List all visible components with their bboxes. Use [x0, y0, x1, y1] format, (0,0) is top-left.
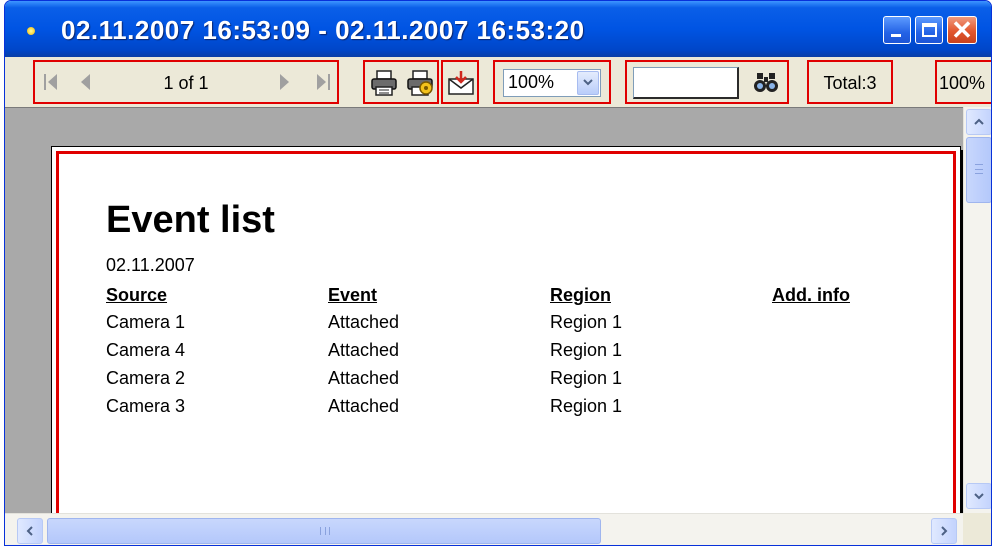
print-icon[interactable] [369, 69, 399, 97]
export-group [441, 60, 479, 104]
zoom-percent: 100% [939, 73, 986, 93]
find-icon[interactable] [753, 71, 779, 93]
window-title: 02.11.2007 16:53:09 - 02.11.2007 16:53:2… [61, 15, 585, 45]
zoom-selected-value: 100% [508, 72, 555, 92]
next-page-icon[interactable] [279, 71, 291, 99]
zoom-group: 100% [493, 60, 611, 104]
cell-region: Region 1 [550, 396, 623, 416]
total-group: Total:3 [807, 60, 893, 104]
cell-source: Camera 1 [106, 312, 186, 332]
cell-source: Camera 3 [106, 396, 186, 416]
page-indicator: 1 of 1 [163, 73, 209, 93]
resize-grip[interactable] [963, 513, 991, 545]
grip-icon [975, 164, 983, 174]
scroll-right-button[interactable] [931, 518, 957, 544]
last-page-icon[interactable] [315, 71, 331, 99]
cell-region: Region 1 [550, 340, 623, 360]
zoom-dropdown[interactable]: 100% [503, 69, 601, 97]
report-page: Event list 02.11.2007 Source Event Regio… [51, 146, 961, 526]
scroll-left-button[interactable] [17, 518, 43, 544]
zoom-percent-group: 100% [935, 60, 991, 104]
print-group [363, 60, 439, 104]
close-button[interactable]: ✕ [947, 15, 977, 45]
page-navigation-group: 1 of 1 [33, 60, 339, 104]
title-bar[interactable]: 02.11.2007 16:53:09 - 02.11.2007 16:53:2… [5, 1, 991, 57]
grip-icon [320, 527, 330, 535]
maximize-button[interactable] [915, 16, 943, 44]
cell-event: Attached [328, 312, 400, 332]
minimize-button[interactable] [883, 16, 911, 44]
app-icon [27, 27, 35, 35]
cell-region: Region 1 [550, 368, 623, 388]
cell-event: Attached [328, 340, 400, 360]
cell-region: Region 1 [550, 312, 623, 332]
search-input[interactable] [633, 67, 739, 99]
report-toolbar: 1 of 1 100% Total:3 100% [5, 57, 991, 107]
cell-event: Attached [328, 396, 400, 416]
cell-source: Camera 4 [106, 340, 186, 360]
chevron-down-icon [974, 493, 984, 500]
report-viewer-window: 02.11.2007 16:53:09 - 02.11.2007 16:53:2… [4, 0, 992, 546]
column-header-add-info: Add. info [772, 285, 850, 305]
chevron-right-icon [941, 526, 948, 536]
horizontal-scrollbar[interactable] [5, 513, 963, 545]
vertical-scroll-thumb[interactable] [966, 137, 991, 203]
report-date: 02.11.2007 [106, 255, 195, 275]
column-header-event: Event [328, 285, 378, 305]
column-header-source: Source [106, 285, 168, 305]
horizontal-scroll-thumb[interactable] [47, 518, 601, 544]
close-icon: ✕ [951, 15, 973, 45]
report-canvas: Event list 02.11.2007 Source Event Regio… [5, 107, 965, 530]
cell-event: Attached [328, 368, 400, 388]
export-icon[interactable] [446, 69, 476, 97]
cell-source: Camera 2 [106, 368, 186, 388]
print-setup-icon[interactable] [405, 69, 435, 97]
column-header-region: Region [550, 285, 611, 305]
search-group [625, 60, 789, 104]
scroll-down-button[interactable] [966, 483, 991, 509]
chevron-up-icon [974, 118, 984, 125]
chevron-down-icon [583, 79, 593, 86]
maximize-icon [922, 23, 937, 37]
chevron-left-icon [26, 526, 33, 536]
minimize-icon [891, 34, 901, 37]
scroll-up-button[interactable] [966, 109, 991, 135]
total-count: Total:3 [823, 73, 877, 93]
report-title: Event list [106, 199, 275, 241]
zoom-dropdown-button[interactable] [577, 71, 599, 95]
vertical-scrollbar[interactable] [963, 107, 991, 513]
